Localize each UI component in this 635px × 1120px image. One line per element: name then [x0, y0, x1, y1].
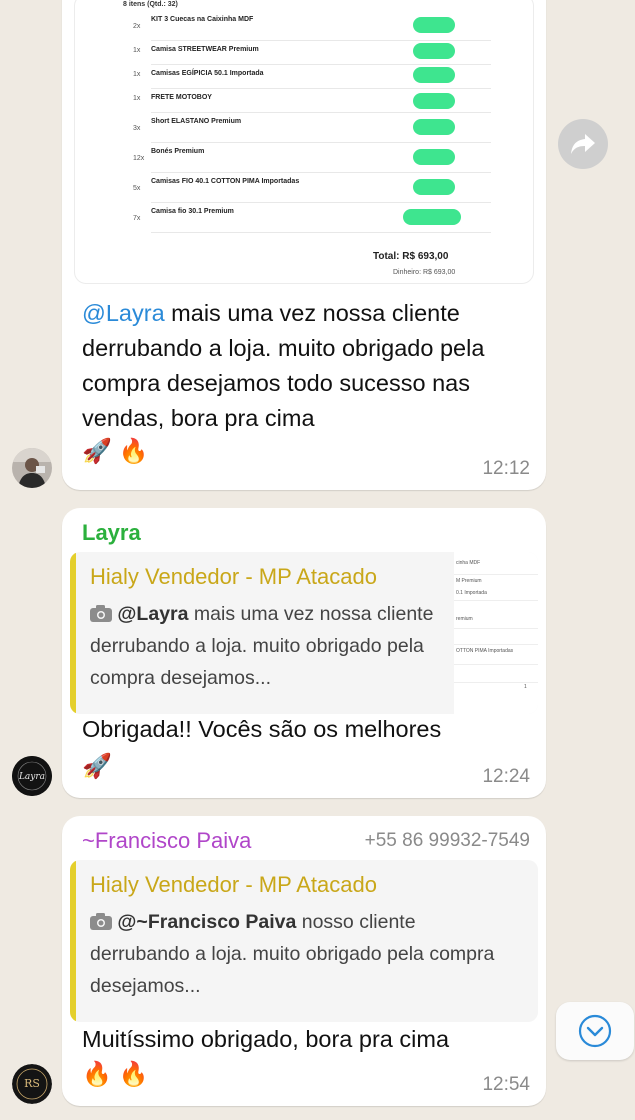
divider — [151, 202, 491, 203]
thumb-line — [454, 600, 538, 601]
divider — [151, 88, 491, 89]
camera-icon — [90, 913, 112, 930]
receipt-qty: 1x — [133, 71, 141, 78]
divider — [151, 40, 491, 41]
receipt-item-name: KIT 3 Cuecas na Caixinha MDF — [151, 16, 254, 23]
redaction-mark — [403, 209, 461, 225]
sender-name[interactable]: Layra — [82, 520, 141, 546]
receipt-item-name: Short ELASTANO Premium — [151, 118, 242, 125]
message-text: Muitíssimo obrigado, bora pra cima — [82, 1026, 450, 1052]
receipt-item-name: Bonés Premium — [151, 148, 205, 155]
quote-mention: @Layra — [117, 603, 189, 625]
receipt-cash: Dinheiro: R$ 693,00 — [393, 269, 456, 276]
receipt-item-name: Camisas EGÍPICIA 50.1 Importada — [151, 70, 264, 77]
quote-thumbnail: cinha MDF M Premium 0.1 Importada remium… — [454, 552, 538, 714]
redaction-mark — [413, 43, 455, 59]
receipt-qty: 1x — [133, 47, 141, 54]
sender-name[interactable]: ~Francisco Paiva — [82, 828, 251, 854]
quote-text: @Layra mais uma vez nossa cliente derrub… — [90, 598, 440, 694]
thumb-text: 0.1 Importada — [456, 590, 487, 596]
receipt-qty: 1x — [133, 95, 141, 102]
receipt-row: 1x Camisa STREETWEAR Premium — [133, 43, 491, 65]
svg-text:Layra: Layra — [18, 772, 45, 782]
receipt-row: 1x FRETE MOTOBOY — [133, 91, 491, 113]
receipt-row: 3x Short ELASTANO Premium — [133, 115, 491, 143]
thumb-text: OTTON PIMA Importadas — [456, 648, 514, 654]
receipt-row: 2x KIT 3 Cuecas na Caixinha MDF — [133, 13, 491, 41]
receipt-row: 7x Camisa fio 30.1 Premium — [133, 205, 491, 233]
avatar-hialy[interactable] — [12, 448, 52, 488]
redaction-mark — [413, 93, 455, 109]
divider — [151, 172, 491, 173]
thumb-text: M Premium — [456, 578, 482, 584]
message-emoji: 🚀 — [82, 753, 112, 780]
receipt-qty: 7x — [133, 215, 141, 222]
receipt-row: 1x Camisas EGÍPICIA 50.1 Importada — [133, 67, 491, 89]
quote-bar — [70, 860, 76, 1022]
receipt-image[interactable]: 8 itens (Qtd.: 32) 2x KIT 3 Cuecas na Ca… — [74, 0, 534, 284]
receipt-item-name: FRETE MOTOBOY — [151, 94, 212, 101]
thumb-line — [454, 682, 538, 683]
quote-author: Hialy Vendedor - MP Atacado — [90, 872, 377, 897]
receipt-item-name: Camisa fio 30.1 Premium — [151, 208, 234, 215]
receipt-qty: 3x — [133, 125, 141, 132]
thumb-line — [454, 574, 538, 575]
thumb-line — [454, 664, 538, 665]
message-time: 12:54 — [482, 1074, 530, 1095]
divider — [151, 232, 491, 233]
thumb-text: 1 — [524, 684, 527, 690]
divider — [151, 112, 491, 113]
receipt-total: Total: R$ 693,00 — [373, 251, 449, 262]
camera-icon — [90, 605, 112, 622]
receipt-qty: 2x — [133, 23, 141, 30]
divider — [151, 64, 491, 65]
redaction-mark — [413, 179, 455, 195]
avatar-layra[interactable]: Layra — [12, 756, 52, 796]
message-time: 12:24 — [482, 766, 530, 787]
redaction-mark — [413, 67, 455, 83]
divider — [151, 142, 491, 143]
sender-phone: +55 86 99932-7549 — [364, 830, 530, 851]
quote-author: Hialy Vendedor - MP Atacado — [90, 564, 377, 589]
caption-emoji: 🚀 🔥 — [82, 438, 149, 465]
mention-link[interactable]: @Layra — [82, 300, 165, 326]
message-time: 12:12 — [482, 458, 530, 479]
thumb-text: cinha MDF — [456, 560, 481, 566]
message-caption: @Layra mais uma vez nossa cliente derrub… — [82, 296, 532, 436]
layra-logo-icon: Layra — [12, 756, 52, 796]
message-bubble-francisco[interactable]: ~Francisco Paiva +55 86 99932-7549 Hialy… — [62, 816, 546, 1106]
avatar-photo-icon — [12, 448, 52, 488]
receipt-qty: 12x — [133, 155, 145, 162]
forward-button[interactable] — [558, 119, 608, 169]
receipt-header: 8 itens (Qtd.: 32) — [123, 1, 178, 8]
message-emoji: 🔥 🔥 — [82, 1061, 149, 1088]
avatar-francisco[interactable]: RS — [12, 1064, 52, 1104]
message-text: Obrigada!! Vocês são os melhores — [82, 716, 442, 742]
rs-logo-icon: RS — [12, 1064, 52, 1104]
forward-icon — [571, 134, 595, 154]
chat-area[interactable]: 8 itens (Qtd.: 32) 2x KIT 3 Cuecas na Ca… — [0, 0, 635, 1120]
thumb-line — [454, 628, 538, 629]
message-bubble-hialy[interactable]: 8 itens (Qtd.: 32) 2x KIT 3 Cuecas na Ca… — [62, 0, 546, 490]
receipt-row: 5x Camisas FIO 40.1 COTTON PIMA Importad… — [133, 175, 491, 203]
quoted-message[interactable]: Hialy Vendedor - MP Atacado @~Francisco … — [70, 860, 538, 1022]
message-bubble-layra[interactable]: Layra Hialy Vendedor - MP Atacado @Layra… — [62, 508, 546, 798]
thumb-text: remium — [456, 616, 473, 622]
quote-mention: @~Francisco Paiva — [117, 911, 297, 933]
svg-text:RS: RS — [24, 1077, 40, 1090]
receipt-item-name: Camisas FIO 40.1 COTTON PIMA Importadas — [151, 178, 300, 185]
redaction-mark — [413, 119, 455, 135]
redaction-mark — [413, 149, 455, 165]
redaction-mark — [413, 17, 455, 33]
quote-text: @~Francisco Paiva nosso cliente derruban… — [90, 906, 520, 1002]
receipt-row: 12x Bonés Premium — [133, 145, 491, 173]
receipt-qty: 5x — [133, 185, 141, 192]
chevron-down-icon — [578, 1014, 612, 1048]
thumb-line — [454, 644, 538, 645]
quoted-message[interactable]: Hialy Vendedor - MP Atacado @Layra mais … — [70, 552, 538, 714]
quote-bar — [70, 552, 76, 714]
scroll-to-bottom-button[interactable] — [556, 1002, 634, 1060]
receipt-item-name: Camisa STREETWEAR Premium — [151, 46, 259, 53]
